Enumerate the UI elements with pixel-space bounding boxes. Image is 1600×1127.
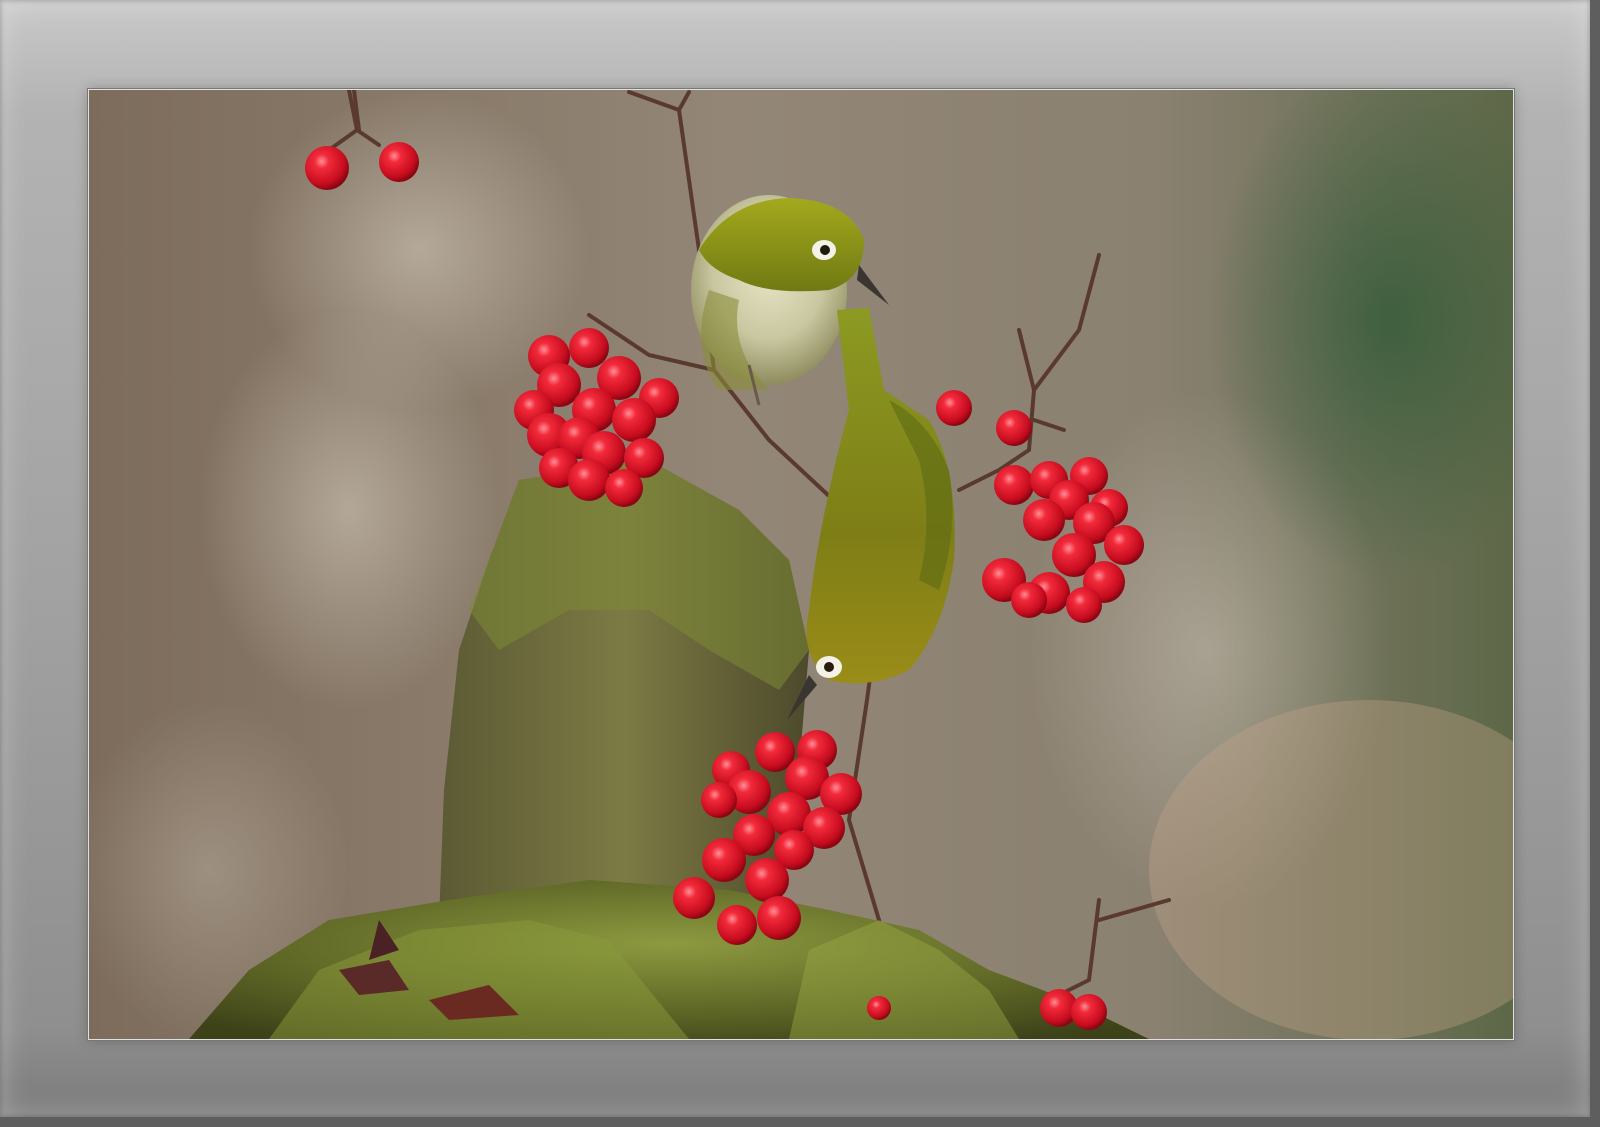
- photograph: [88, 89, 1514, 1040]
- picture-frame: [0, 0, 1600, 1127]
- photo-scene: [89, 90, 1513, 1039]
